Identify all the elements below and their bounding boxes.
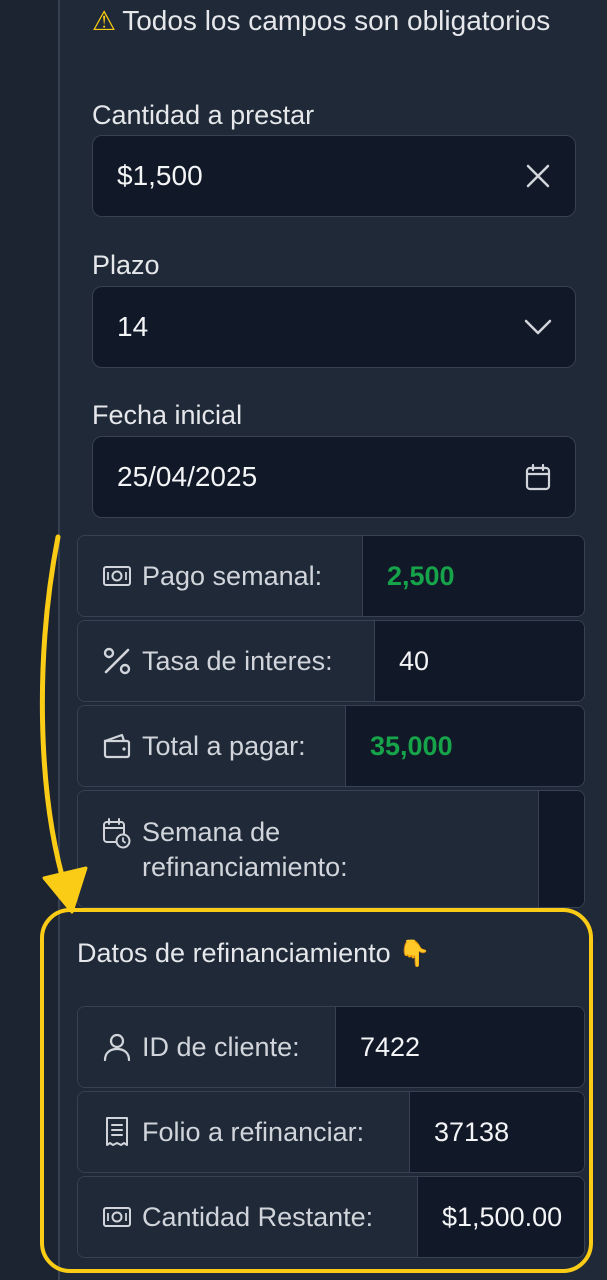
refinance-week-text-line2: refinanciamiento:: [142, 852, 348, 882]
folio-value[interactable]: 37138: [410, 1092, 584, 1172]
refinance-week-text: Semana de refinanciamiento:: [142, 815, 348, 885]
user-icon: [100, 1031, 134, 1063]
weekly-payment-label: Pago semanal:: [78, 536, 363, 616]
client-id-value[interactable]: 7422: [336, 1007, 584, 1087]
folio-label: Folio a refinanciar:: [78, 1092, 410, 1172]
refinance-section-title: Datos de refinanciamiento 👇: [77, 938, 431, 969]
receipt-icon: [100, 1116, 134, 1148]
client-id-text: ID de cliente:: [142, 1031, 300, 1062]
term-label: Plazo: [92, 250, 160, 280]
weekly-payment-value: 2,500: [363, 536, 584, 616]
refinance-week-label: Semana de refinanciamiento:: [78, 791, 539, 907]
amount-label: Cantidad a prestar: [92, 100, 315, 130]
money-icon: [100, 1201, 134, 1233]
start-date-value: 25/04/2025: [117, 461, 258, 492]
amount-input[interactable]: $1,500: [92, 135, 576, 217]
total-payment-text: Total a pagar:: [142, 730, 306, 761]
folio-row: Folio a refinanciar: 37138: [77, 1091, 585, 1173]
amount-value: $1,500: [117, 160, 203, 191]
total-payment-value: 35,000: [346, 706, 584, 786]
pointing-down-icon: 👇: [398, 938, 431, 968]
calendar-icon[interactable]: [523, 462, 553, 492]
percent-icon: [100, 645, 134, 677]
refinance-section-title-text: Datos de refinanciamiento: [77, 938, 391, 968]
remaining-amount-value[interactable]: $1,500.00: [418, 1177, 584, 1257]
total-payment-row: Total a pagar: 35,000: [77, 705, 585, 787]
term-select[interactable]: 14: [92, 286, 576, 368]
term-value: 14: [117, 311, 149, 342]
interest-rate-text: Tasa de interes:: [142, 645, 333, 676]
client-id-label: ID de cliente:: [78, 1007, 336, 1087]
interest-rate-row: Tasa de interes: 40: [77, 620, 585, 702]
refinance-week-row: Semana de refinanciamiento:: [77, 790, 585, 908]
interest-rate-value: 40: [375, 621, 584, 701]
remaining-amount-text: Cantidad Restante:: [142, 1201, 374, 1232]
weekly-payment-text: Pago semanal:: [142, 560, 323, 591]
start-date-input[interactable]: 25/04/2025: [92, 436, 576, 518]
chevron-down-icon: [523, 312, 553, 342]
required-warning: ⚠ Todos los campos son obligatorios: [92, 4, 550, 38]
money-icon: [100, 560, 134, 592]
warning-icon: ⚠: [92, 5, 117, 36]
wallet-icon: [100, 730, 134, 762]
remaining-amount-label: Cantidad Restante:: [78, 1177, 418, 1257]
weekly-payment-row: Pago semanal: 2,500: [77, 535, 585, 617]
folio-text: Folio a refinanciar:: [142, 1116, 365, 1147]
required-warning-text: Todos los campos son obligatorios: [122, 5, 551, 36]
refinance-week-value[interactable]: [539, 791, 584, 907]
start-date-label: Fecha inicial: [92, 400, 243, 430]
total-payment-label: Total a pagar:: [78, 706, 346, 786]
calendar-clock-icon: [100, 817, 134, 849]
remaining-amount-row: Cantidad Restante: $1,500.00: [77, 1176, 585, 1258]
refinance-week-text-line1: Semana de: [142, 817, 281, 847]
interest-rate-label: Tasa de interes:: [78, 621, 375, 701]
client-id-row: ID de cliente: 7422: [77, 1006, 585, 1088]
clear-icon[interactable]: [523, 161, 553, 191]
